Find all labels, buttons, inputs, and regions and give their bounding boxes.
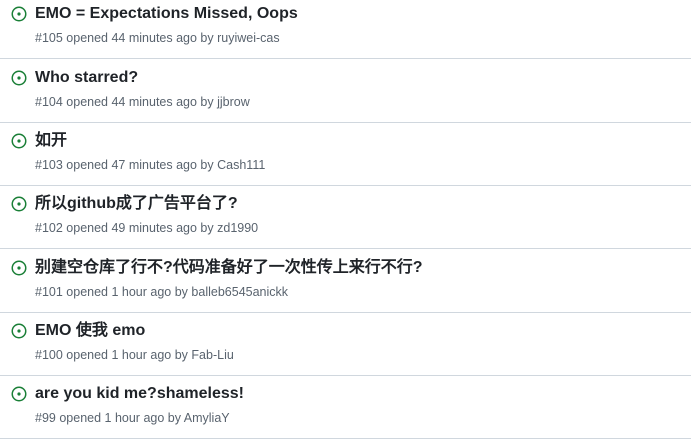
issue-meta: #101 opened 1 hour ago by balleb6545anic… [35, 284, 288, 300]
issue-row[interactable]: 所以github成了广告平台了? #102 opened 49 minutes … [0, 187, 691, 249]
issue-list: EMO = Expectations Missed, Oops #105 ope… [0, 0, 691, 443]
issue-opened-icon [11, 6, 27, 22]
issue-opened-icon [11, 323, 27, 339]
issue-title-link[interactable]: 别建空仓库了行不?代码准备好了一次性传上来行不行? [35, 258, 423, 278]
issue-opened-text: opened 1 hour ago by [59, 411, 181, 425]
issue-number: #103 [35, 158, 63, 172]
issue-author-link[interactable]: balleb6545anickk [191, 285, 288, 299]
issue-row[interactable]: EMO = Expectations Missed, Oops #105 ope… [0, 0, 691, 59]
issue-author-link[interactable]: jjbrow [217, 95, 250, 109]
issue-opened-text: opened 44 minutes ago by [66, 31, 214, 45]
issue-opened-text: opened 49 minutes ago by [66, 221, 214, 235]
issue-author-link[interactable]: AmyliaY [184, 411, 230, 425]
issue-row[interactable]: Who starred? #104 opened 44 minutes ago … [0, 61, 691, 123]
issue-meta: #99 opened 1 hour ago by AmyliaY [35, 410, 230, 426]
issue-row[interactable]: EMO 使我 emo #100 opened 1 hour ago by Fab… [0, 314, 691, 376]
issue-meta: #105 opened 44 minutes ago by ruyiwei-ca… [35, 30, 280, 46]
issue-row[interactable]: 如开 #103 opened 47 minutes ago by Cash111 [0, 124, 691, 186]
issue-author-link[interactable]: ruyiwei-cas [217, 31, 280, 45]
issue-number: #100 [35, 348, 63, 362]
issue-title-link[interactable]: EMO 使我 emo [35, 321, 145, 341]
issue-opened-icon [11, 196, 27, 212]
issue-opened-text: opened 47 minutes ago by [66, 158, 214, 172]
issue-meta: #100 opened 1 hour ago by Fab-Liu [35, 347, 234, 363]
issue-title-link[interactable]: 所以github成了广告平台了? [35, 194, 238, 214]
issue-opened-text: opened 1 hour ago by [66, 348, 188, 362]
issue-opened-icon [11, 386, 27, 402]
issue-opened-text: opened 44 minutes ago by [66, 95, 214, 109]
issue-title-link[interactable]: EMO = Expectations Missed, Oops [35, 4, 298, 24]
issue-opened-text: opened 1 hour ago by [66, 285, 188, 299]
issue-meta: #102 opened 49 minutes ago by zd1990 [35, 220, 258, 236]
issue-opened-icon [11, 133, 27, 149]
issue-title-link[interactable]: 如开 [35, 131, 67, 151]
issue-number: #99 [35, 411, 56, 425]
issue-title-link[interactable]: Who starred? [35, 68, 138, 88]
issue-author-link[interactable]: zd1990 [217, 221, 258, 235]
issue-meta: #104 opened 44 minutes ago by jjbrow [35, 94, 250, 110]
issue-opened-icon [11, 260, 27, 276]
issue-meta: #103 opened 47 minutes ago by Cash111 [35, 157, 265, 173]
issue-row[interactable]: are you kid me?shameless! #99 opened 1 h… [0, 377, 691, 439]
issue-author-link[interactable]: Cash111 [217, 158, 265, 172]
issue-number: #105 [35, 31, 63, 45]
issue-row[interactable]: 别建空仓库了行不?代码准备好了一次性传上来行不行? #101 opened 1 … [0, 251, 691, 313]
issue-number: #101 [35, 285, 63, 299]
issue-number: #102 [35, 221, 63, 235]
issue-title-link[interactable]: are you kid me?shameless! [35, 384, 244, 404]
issue-opened-icon [11, 70, 27, 86]
issue-author-link[interactable]: Fab-Liu [191, 348, 233, 362]
issue-number: #104 [35, 95, 63, 109]
